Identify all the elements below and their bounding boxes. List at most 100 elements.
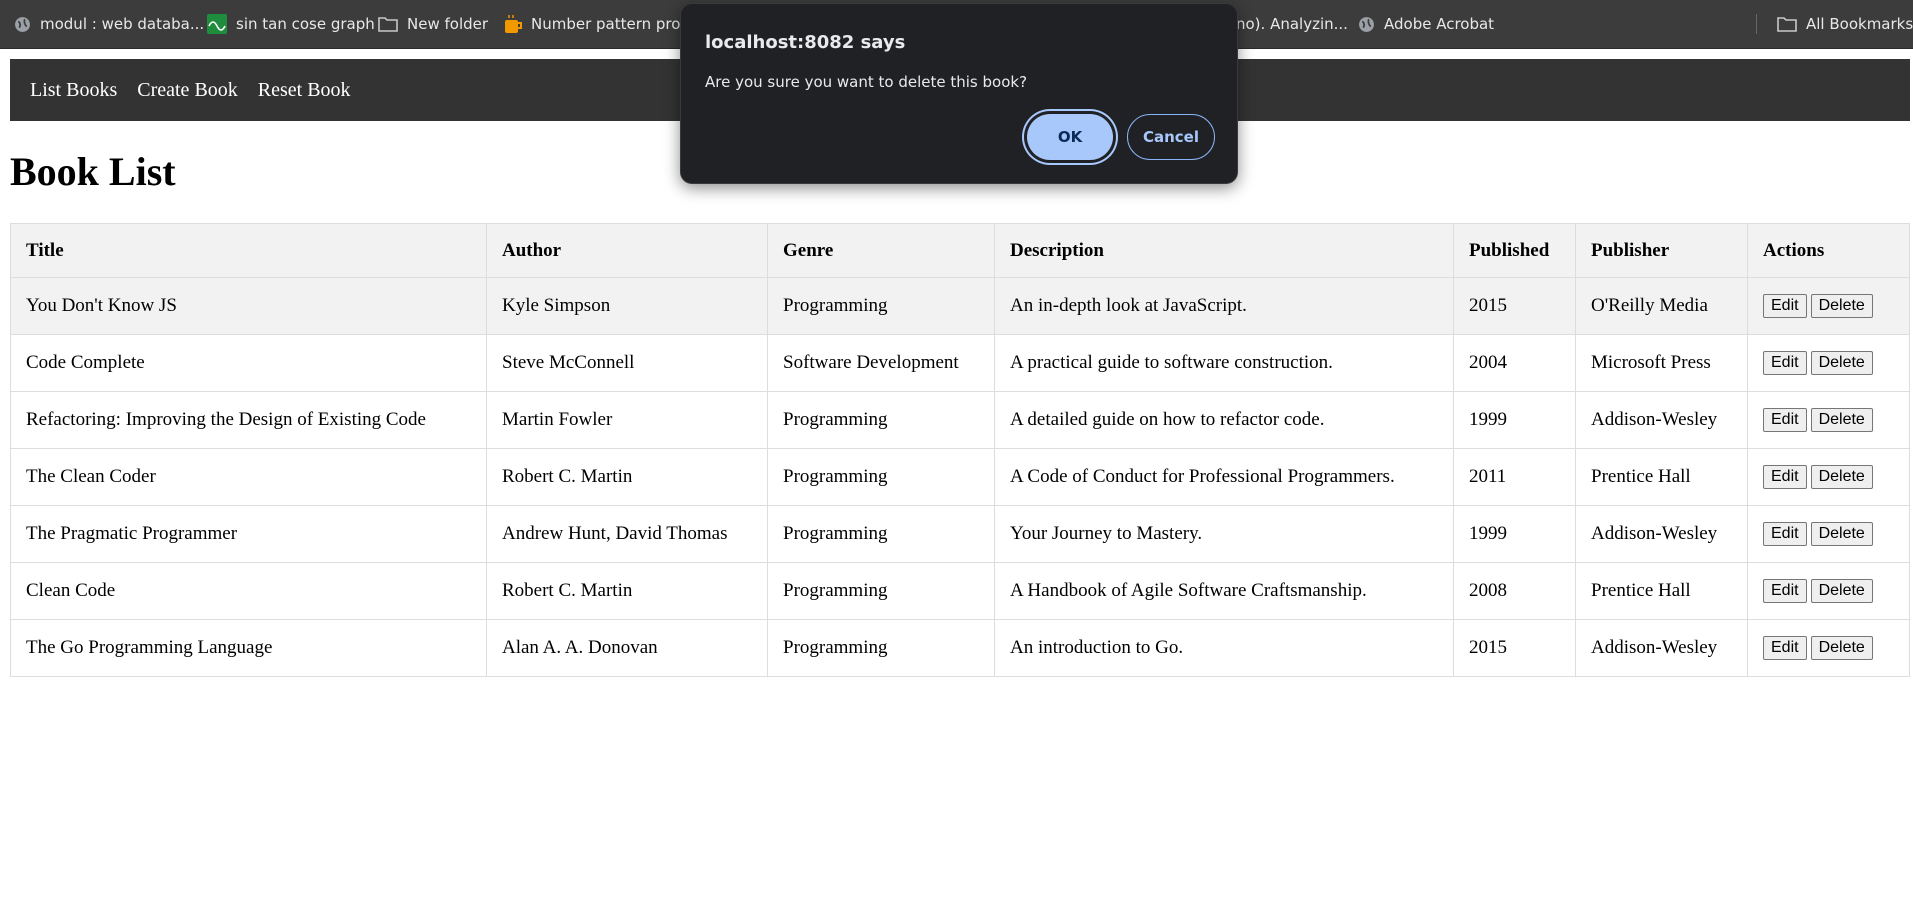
- cell-description: A practical guide to software constructi…: [994, 334, 1454, 392]
- folder-icon: [378, 17, 398, 32]
- edit-button[interactable]: Edit: [1763, 351, 1807, 375]
- delete-button[interactable]: Delete: [1810, 465, 1873, 489]
- header-actions: Actions: [1747, 223, 1910, 278]
- cell-author: Martin Fowler: [486, 391, 768, 449]
- cell-title: Code Complete: [10, 334, 487, 392]
- edit-button[interactable]: Edit: [1763, 408, 1807, 432]
- bookmark-analyzing[interactable]: no). Analyzin...: [1236, 0, 1348, 48]
- book-table: Title Author Genre Description Published…: [10, 223, 1910, 677]
- cell-genre: Programming: [767, 619, 995, 677]
- bookmarks-divider: [1756, 14, 1757, 34]
- cell-genre: Programming: [767, 505, 995, 563]
- edit-button[interactable]: Edit: [1763, 636, 1807, 660]
- all-bookmarks[interactable]: All Bookmarks: [1777, 0, 1913, 48]
- table-row: The Pragmatic Programmer Andrew Hunt, Dav…: [10, 505, 1910, 563]
- cell-genre: Programming: [767, 391, 995, 449]
- cell-description: A Handbook of Agile Software Craftsmansh…: [994, 562, 1454, 620]
- nav-list-books[interactable]: List Books: [10, 79, 127, 102]
- cell-publisher: Microsoft Press: [1575, 334, 1748, 392]
- cell-published: 1999: [1453, 505, 1576, 563]
- edit-button[interactable]: Edit: [1763, 294, 1807, 318]
- cell-publisher: Prentice Hall: [1575, 562, 1748, 620]
- bookmark-label: Adobe Acrobat: [1384, 15, 1495, 33]
- cell-title: The Clean Coder: [10, 448, 487, 506]
- coffee-icon: [505, 15, 522, 33]
- dialog-title: localhost:8082 says: [705, 32, 906, 53]
- cell-actions: Edit Delete: [1747, 334, 1910, 392]
- cell-published: 2015: [1453, 619, 1576, 677]
- bookmark-sin-tan[interactable]: sin tan cose graph: [207, 0, 375, 48]
- nav-create-book[interactable]: Create Book: [127, 79, 248, 102]
- header-genre: Genre: [767, 223, 995, 278]
- bookmark-label: sin tan cose graph: [236, 15, 375, 33]
- header-publisher: Publisher: [1575, 223, 1748, 278]
- cell-published: 1999: [1453, 391, 1576, 449]
- confirm-dialog: localhost:8082 says Are you sure you wan…: [680, 3, 1238, 184]
- cell-actions: Edit Delete: [1747, 562, 1910, 620]
- cell-author: Alan A. A. Donovan: [486, 619, 768, 677]
- cell-title: The Pragmatic Programmer: [10, 505, 487, 563]
- bookmark-adobe-acrobat[interactable]: Adobe Acrobat: [1358, 0, 1494, 48]
- edit-button[interactable]: Edit: [1763, 579, 1807, 603]
- table-header-row: Title Author Genre Description Published…: [10, 223, 1910, 278]
- cell-description: A detailed guide on how to refactor code…: [994, 391, 1454, 449]
- delete-button[interactable]: Delete: [1810, 636, 1873, 660]
- table-row: The Go Programming Language Alan A. A. Do…: [10, 619, 1910, 677]
- cell-description: An in-depth look at JavaScript.: [994, 277, 1454, 335]
- cell-actions: Edit Delete: [1747, 391, 1910, 449]
- header-author: Author: [486, 223, 768, 278]
- cell-description: A Code of Conduct for Professional Progr…: [994, 448, 1454, 506]
- table-row: Refactoring: Improving the Design of Exi…: [10, 391, 1910, 449]
- delete-button[interactable]: Delete: [1810, 351, 1873, 375]
- cell-actions: Edit Delete: [1747, 277, 1910, 335]
- ok-button[interactable]: OK: [1027, 114, 1113, 160]
- header-description: Description: [994, 223, 1454, 278]
- cell-author: Andrew Hunt, David Thomas: [486, 505, 768, 563]
- cell-publisher: Addison-Wesley: [1575, 505, 1748, 563]
- cell-published: 2015: [1453, 277, 1576, 335]
- bookmark-number-pattern[interactable]: Number pattern pro...: [504, 0, 694, 48]
- graph-icon: [207, 14, 227, 34]
- header-published: Published: [1453, 223, 1576, 278]
- cell-actions: Edit Delete: [1747, 505, 1910, 563]
- bookmark-label: no). Analyzin...: [1236, 15, 1348, 33]
- delete-button[interactable]: Delete: [1810, 579, 1873, 603]
- cell-publisher: Addison-Wesley: [1575, 391, 1748, 449]
- cell-genre: Programming: [767, 562, 995, 620]
- bookmark-new-folder[interactable]: New folder: [378, 0, 488, 48]
- cell-genre: Software Development: [767, 334, 995, 392]
- delete-button[interactable]: Delete: [1810, 522, 1873, 546]
- cell-title: Refactoring: Improving the Design of Exi…: [10, 391, 487, 449]
- cell-genre: Programming: [767, 277, 995, 335]
- cell-published: 2004: [1453, 334, 1576, 392]
- delete-button[interactable]: Delete: [1810, 294, 1873, 318]
- cell-actions: Edit Delete: [1747, 448, 1910, 506]
- header-title: Title: [10, 223, 487, 278]
- cell-actions: Edit Delete: [1747, 619, 1910, 677]
- bookmark-label: All Bookmarks: [1806, 15, 1913, 33]
- edit-button[interactable]: Edit: [1763, 522, 1807, 546]
- bookmark-modul[interactable]: modul : web databa...: [14, 0, 204, 48]
- cell-author: Robert C. Martin: [486, 448, 768, 506]
- edit-button[interactable]: Edit: [1763, 465, 1807, 489]
- delete-button[interactable]: Delete: [1810, 408, 1873, 432]
- cell-author: Robert C. Martin: [486, 562, 768, 620]
- nav-reset-book[interactable]: Reset Book: [248, 79, 361, 102]
- cell-title: Clean Code: [10, 562, 487, 620]
- dialog-message: Are you sure you want to delete this boo…: [705, 73, 1028, 91]
- bookmark-label: modul : web databa...: [40, 15, 205, 33]
- globe-icon: [1359, 16, 1374, 32]
- cell-title: The Go Programming Language: [10, 619, 487, 677]
- bookmark-label: New folder: [407, 15, 489, 33]
- globe-icon: [15, 16, 30, 32]
- cell-author: Kyle Simpson: [486, 277, 768, 335]
- cell-published: 2011: [1453, 448, 1576, 506]
- cell-published: 2008: [1453, 562, 1576, 620]
- cell-author: Steve McConnell: [486, 334, 768, 392]
- table-row: The Clean Coder Robert C. Martin Programmi…: [10, 448, 1910, 506]
- cell-description: An introduction to Go.: [994, 619, 1454, 677]
- cancel-button[interactable]: Cancel: [1127, 114, 1215, 160]
- cell-genre: Programming: [767, 448, 995, 506]
- cell-publisher: Prentice Hall: [1575, 448, 1748, 506]
- page-title: Book List: [10, 149, 176, 194]
